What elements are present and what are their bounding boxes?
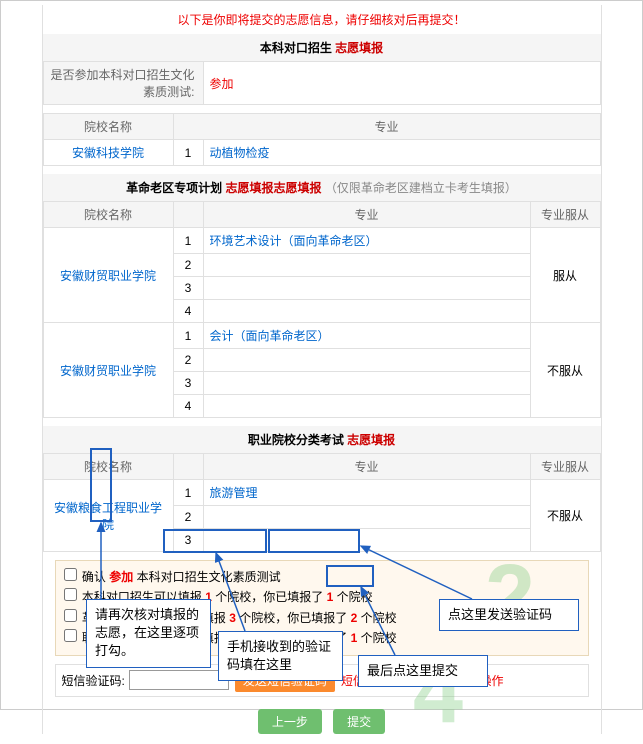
section2-table: 院校名称 专业 专业服从 安徽财贸职业学院 1 环境艺术设计（面向革命老区） 服… — [43, 201, 601, 418]
text: 本科对口招生文化素质测试 — [137, 570, 281, 584]
section2-note: （仅限革命老区建档立卡考生填报） — [325, 181, 517, 195]
idx-cell: 2 — [173, 506, 203, 529]
school-cell: 安徽财贸职业学院 — [43, 323, 173, 418]
sms-label: 短信验证码: — [62, 672, 125, 689]
idx-cell: 2 — [173, 254, 203, 277]
idx-cell: 4 — [173, 395, 203, 418]
table-row: 安徽粮食工程职业学院 1 旅游管理 不服从 — [43, 480, 600, 506]
prev-button[interactable]: 上一步 — [258, 709, 322, 734]
idx-cell: 3 — [173, 277, 203, 300]
col-major: 专业 — [173, 114, 600, 140]
participate-label: 是否参加本科对口招生文化素质测试: — [43, 62, 203, 105]
idx-cell: 2 — [173, 349, 203, 372]
idx-cell: 1 — [173, 323, 203, 349]
top-warning: 以下是你即将提交的志愿信息，请仔细核对后再提交！ — [43, 5, 601, 34]
obey-cell: 不服从 — [530, 323, 600, 418]
section1-table: 院校名称 专业 安徽科技学院 1 动植物检疫 — [43, 113, 601, 166]
callout-submit: 最后点这里提交 — [358, 655, 488, 687]
school-cell: 安徽财贸职业学院 — [43, 228, 173, 323]
table-row: 安徽科技学院 1 动植物检疫 — [43, 140, 600, 166]
idx-cell: 1 — [173, 480, 203, 506]
major-cell: 会计（面向革命老区） — [203, 323, 530, 349]
confirm-checkbox-4[interactable] — [64, 629, 77, 642]
school-cell: 安徽粮食工程职业学院 — [43, 480, 173, 552]
major-cell: 旅游管理 — [203, 480, 530, 506]
obey-cell: 不服从 — [530, 480, 600, 552]
sms-code-input[interactable] — [129, 670, 229, 690]
text: 1 — [327, 590, 334, 604]
col-major: 专业 — [203, 454, 530, 480]
text: 确认 — [82, 570, 106, 584]
participate-value: 参加 — [203, 62, 600, 105]
text: 个院校 — [361, 611, 397, 625]
confirm-checkbox-3[interactable] — [64, 609, 77, 622]
confirm-checkbox-2[interactable] — [64, 588, 77, 601]
idx-cell: 1 — [173, 228, 203, 254]
table-row: 安徽财贸职业学院 1 环境艺术设计（面向革命老区） 服从 — [43, 228, 600, 254]
text: 个院校，你已填报了 — [215, 590, 323, 604]
section2-title-b: 志愿填报志愿填报 — [225, 181, 321, 195]
section1-title: 本科对口招生 志愿填报 — [43, 34, 601, 61]
school-cell: 安徽科技学院 — [43, 140, 173, 166]
idx-cell: 1 — [173, 140, 203, 166]
idx-cell: 3 — [173, 529, 203, 552]
table-row: 安徽财贸职业学院 1 会计（面向革命老区） 不服从 — [43, 323, 600, 349]
col-school: 院校名称 — [43, 202, 173, 228]
callout-sms-input: 手机接收到的验证码填在这里 — [218, 631, 343, 681]
text: 1 — [351, 631, 358, 645]
section2-title: 革命老区专项计划 志愿填报志愿填报 （仅限革命老区建档立卡考生填报） — [43, 174, 601, 201]
button-row: 上一步 提交 — [43, 709, 601, 734]
text: 个院校 — [337, 590, 373, 604]
idx-cell: 3 — [173, 372, 203, 395]
section3-title-b: 志愿填报 — [347, 433, 395, 447]
section1-participate-table: 是否参加本科对口招生文化素质测试: 参加 — [43, 61, 601, 105]
submit-button[interactable]: 提交 — [333, 709, 385, 734]
text: 3 — [229, 611, 236, 625]
section3-title-a: 职业院校分类考试 — [248, 433, 344, 447]
section1-title-a: 本科对口招生 — [260, 41, 332, 55]
section3-table: 院校名称 专业 专业服从 安徽粮食工程职业学院 1 旅游管理 不服从 2 3 — [43, 453, 601, 552]
idx-cell: 4 — [173, 300, 203, 323]
col-obey: 专业服从 — [530, 202, 600, 228]
section3-title: 职业院校分类考试 志愿填报 — [43, 426, 601, 453]
major-cell: 环境艺术设计（面向革命老区） — [203, 228, 530, 254]
col-school: 院校名称 — [43, 114, 173, 140]
confirm-checkbox-1[interactable] — [64, 568, 77, 581]
text: 2 — [351, 611, 358, 625]
col-major: 专业 — [203, 202, 530, 228]
section2-title-a: 革命老区专项计划 — [126, 181, 222, 195]
callout-send-sms: 点这里发送验证码 — [439, 599, 579, 631]
text: 参加 — [109, 570, 133, 584]
summary-line-1: 确认 参加 本科对口招生文化素质测试 — [64, 567, 580, 587]
obey-cell: 服从 — [530, 228, 600, 323]
section1-title-b: 志愿填报 — [335, 41, 383, 55]
col-obey: 专业服从 — [530, 454, 600, 480]
col-school: 院校名称 — [43, 454, 173, 480]
text: 个院校 — [361, 631, 397, 645]
text: 个院校，你已填报了 — [239, 611, 347, 625]
callout-confirm-check: 请再次核对填报的志愿，在这里逐项打勾。 — [86, 599, 211, 668]
major-cell: 动植物检疫 — [203, 140, 600, 166]
